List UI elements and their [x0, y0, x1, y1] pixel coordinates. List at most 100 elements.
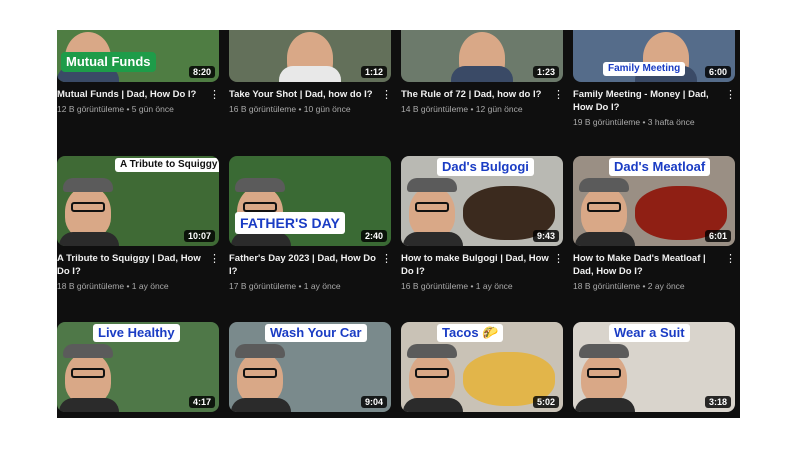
glasses — [587, 202, 621, 212]
video-duration: 6:01 — [704, 230, 731, 242]
video-card[interactable]: 1:12 Take Your Shot | Dad, how do I? 16 B … — [229, 30, 392, 114]
video-title[interactable]: A Tribute to Squiggy | Dad, How Do I? — [57, 252, 205, 278]
cap — [235, 178, 285, 192]
video-info: The Rule of 72 | Dad, how do I? 14 B görü… — [401, 88, 564, 114]
video-thumbnail[interactable]: Dad's Meatloaf 6:01 — [573, 156, 735, 246]
shirt — [403, 232, 463, 246]
video-thumbnail[interactable]: 1:23 — [401, 30, 563, 82]
thumbnail-text: FATHER'S DAY — [235, 212, 345, 234]
thumbnail-text: Mutual Funds — [61, 52, 156, 72]
video-thumbnail[interactable]: Live Healthy 4:17 — [57, 322, 219, 412]
more-vertical-icon[interactable]: ⋮ — [209, 88, 220, 102]
video-duration: 6:00 — [704, 66, 731, 78]
presenter-face — [409, 352, 455, 404]
glasses — [243, 202, 277, 212]
video-thumbnail[interactable]: FATHER'S DAY 2:40 — [229, 156, 391, 246]
thumbnail-text: A Tribute to Squiggy — [115, 158, 219, 172]
video-title[interactable]: Take Your Shot | Dad, how do I? — [229, 88, 377, 101]
more-vertical-icon[interactable]: ⋮ — [553, 88, 564, 102]
video-card[interactable]: Live Healthy 4:17 — [57, 322, 219, 412]
shirt — [403, 398, 463, 412]
video-info: Family Meeting - Money | Dad, How Do I? 1… — [573, 88, 736, 127]
video-card[interactable]: 1:23 The Rule of 72 | Dad, how do I? 14 B … — [401, 30, 564, 114]
cap — [407, 344, 457, 358]
glasses — [587, 368, 621, 378]
video-card[interactable]: Dad's Meatloaf 6:01 How to Make Dad's Meat… — [573, 156, 736, 291]
presenter-face — [581, 352, 627, 404]
thumbnail-text: Family Meeting — [603, 62, 686, 76]
video-info: Father's Day 2023 | Dad, How Do I? 17 B g… — [229, 252, 392, 291]
video-duration: 10:07 — [183, 230, 215, 242]
more-vertical-icon[interactable]: ⋮ — [381, 252, 392, 266]
video-duration: 2:40 — [360, 230, 387, 242]
video-meta: 16 B görüntüleme • 1 ay önce — [401, 281, 513, 291]
video-duration: 8:20 — [188, 66, 215, 78]
video-meta: 19 B görüntüleme • 3 hafta önce — [573, 117, 695, 127]
more-vertical-icon[interactable]: ⋮ — [725, 88, 736, 102]
more-vertical-icon[interactable]: ⋮ — [553, 252, 564, 266]
video-thumbnail[interactable]: 1:12 — [229, 30, 391, 82]
cap — [407, 178, 457, 192]
video-card[interactable]: Mutual Funds 8:20 Mutual Funds | Dad, How … — [57, 30, 220, 114]
video-duration: 1:12 — [360, 66, 387, 78]
video-title[interactable]: How to Make Dad's Meatloaf | Dad, How Do… — [573, 252, 721, 278]
video-title[interactable]: Family Meeting - Money | Dad, How Do I? — [573, 88, 721, 114]
video-card[interactable]: A Tribute to Squiggy 10:07 A Tribute to Sq… — [57, 156, 220, 291]
more-vertical-icon[interactable]: ⋮ — [725, 252, 736, 266]
shirt — [59, 398, 119, 412]
shirt — [575, 398, 635, 412]
presenter-face — [581, 186, 627, 238]
video-meta: 14 B görüntüleme • 12 gün önce — [401, 104, 523, 114]
video-card[interactable]: Family Meeting 6:00 Family Meeting - Money… — [573, 30, 736, 127]
shirt — [575, 232, 635, 246]
video-duration: 9:43 — [532, 230, 559, 242]
video-thumbnail[interactable]: Wear a Suit 3:18 — [573, 322, 735, 412]
presenter-face — [237, 352, 283, 404]
video-title[interactable]: How to make Bulgogi | Dad, How Do I? — [401, 252, 549, 278]
video-meta: 17 B görüntüleme • 1 ay önce — [229, 281, 341, 291]
video-thumbnail[interactable]: A Tribute to Squiggy 10:07 — [57, 156, 219, 246]
video-card[interactable]: FATHER'S DAY 2:40 Father's Day 2023 | Dad,… — [229, 156, 392, 291]
shirt — [451, 66, 513, 82]
video-card[interactable]: Wear a Suit 3:18 — [573, 322, 735, 412]
video-info: Mutual Funds | Dad, How Do I? 12 B görünt… — [57, 88, 220, 114]
cap — [579, 178, 629, 192]
video-meta: 16 B görüntüleme • 10 gün önce — [229, 104, 351, 114]
video-title[interactable]: Father's Day 2023 | Dad, How Do I? — [229, 252, 377, 278]
video-info: How to Make Dad's Meatloaf | Dad, How Do… — [573, 252, 736, 291]
thumbnail-text: Live Healthy — [93, 324, 180, 342]
video-title[interactable]: The Rule of 72 | Dad, how do I? — [401, 88, 549, 101]
video-meta: 12 B görüntüleme • 5 gün önce — [57, 104, 174, 114]
glasses — [71, 368, 105, 378]
cap — [63, 178, 113, 192]
video-card[interactable]: Wash Your Car 9:04 — [229, 322, 391, 412]
video-thumbnail[interactable]: Dad's Bulgogi 9:43 — [401, 156, 563, 246]
video-thumbnail[interactable]: Tacos 🌮 5:02 — [401, 322, 563, 412]
more-vertical-icon[interactable]: ⋮ — [381, 88, 392, 102]
thumbnail-text: Tacos 🌮 — [437, 324, 504, 342]
thumbnail-text: Wear a Suit — [609, 324, 690, 342]
video-card[interactable]: Dad's Bulgogi 9:43 How to make Bulgogi | D… — [401, 156, 564, 291]
video-info: A Tribute to Squiggy | Dad, How Do I? 18 … — [57, 252, 220, 291]
video-duration: 4:17 — [188, 396, 215, 408]
shirt — [231, 398, 291, 412]
cap — [235, 344, 285, 358]
glasses — [71, 202, 105, 212]
video-thumbnail[interactable]: Mutual Funds 8:20 — [57, 30, 219, 82]
glasses — [243, 368, 277, 378]
glasses — [415, 368, 449, 378]
video-meta: 18 B görüntüleme • 2 ay önce — [573, 281, 685, 291]
video-thumbnail[interactable]: Wash Your Car 9:04 — [229, 322, 391, 412]
video-meta: 18 B görüntüleme • 1 ay önce — [57, 281, 169, 291]
shirt — [279, 66, 341, 82]
video-card[interactable]: Tacos 🌮 5:02 — [401, 322, 563, 412]
video-thumbnail[interactable]: Family Meeting 6:00 — [573, 30, 735, 82]
more-vertical-icon[interactable]: ⋮ — [209, 252, 220, 266]
video-info: Take Your Shot | Dad, how do I? 16 B görü… — [229, 88, 392, 114]
video-title[interactable]: Mutual Funds | Dad, How Do I? — [57, 88, 205, 101]
presenter-face — [409, 186, 455, 238]
thumbnail-text: Dad's Bulgogi — [437, 158, 534, 176]
video-duration: 5:02 — [532, 396, 559, 408]
video-info: How to make Bulgogi | Dad, How Do I? 16 B… — [401, 252, 564, 291]
video-grid-panel: Mutual Funds 8:20 Mutual Funds | Dad, How … — [57, 30, 740, 418]
